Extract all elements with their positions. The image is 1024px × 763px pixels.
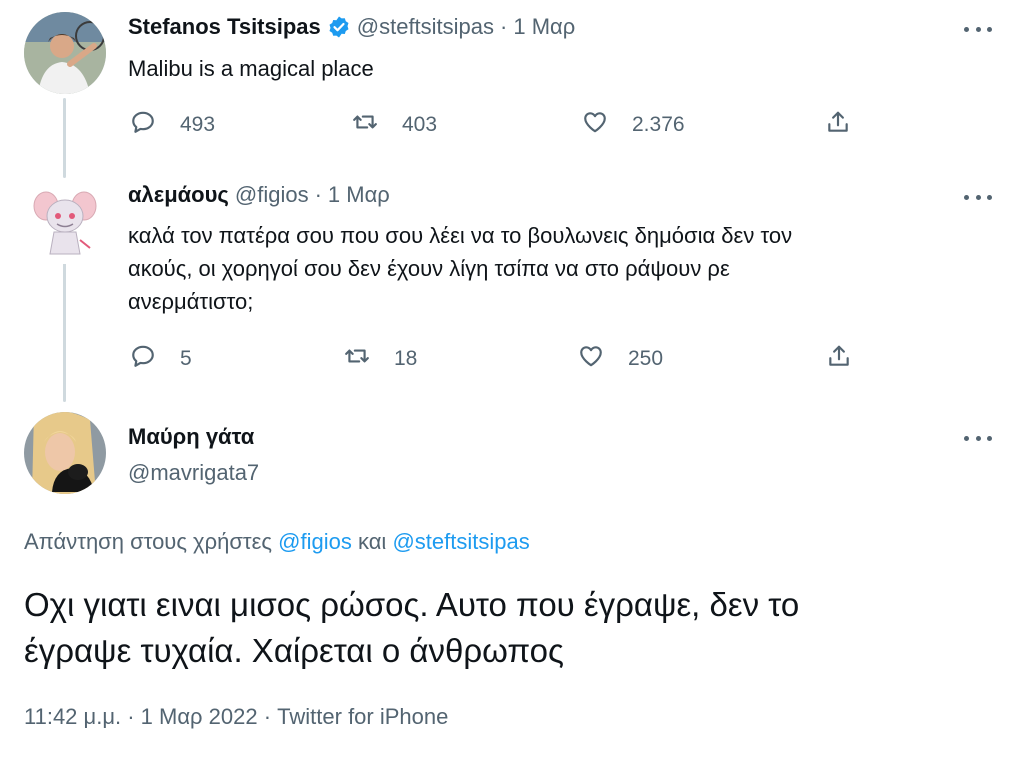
reply-count: 5	[180, 347, 192, 370]
like-count: 2.376	[632, 113, 685, 136]
tweet-text: Malibu is a magical place	[128, 56, 374, 81]
tweet-text-line: ανερμάτιστο;	[128, 289, 254, 314]
like-button[interactable]: 250	[578, 343, 663, 375]
main-tweet-text-line: έγραψε τυχαία. Χαίρεται ο άνθρωπος	[24, 632, 564, 669]
reply-count: 493	[180, 113, 216, 136]
like-icon	[582, 109, 608, 141]
share-icon	[825, 109, 851, 141]
main-tweet-text-line: Οχι γιατι ειναι μισος ρώσος. Αυτο που έγ…	[24, 586, 800, 623]
avatar[interactable]	[24, 412, 106, 494]
mention-link[interactable]: @steftsitsipas	[392, 529, 529, 554]
tweet-timestamp[interactable]: 11:42 μ.μ. · 1 Μαρ 2022 · Twitter for iP…	[24, 704, 448, 730]
tweet-time[interactable]: 1 Μαρ	[328, 182, 390, 208]
like-icon	[578, 343, 604, 375]
reply-context-prefix: Απάντηση στους χρήστες	[24, 529, 273, 554]
reply-button[interactable]: 493	[130, 109, 215, 141]
tweet-text: καλά τον πατέρα σου που σου λέει να το β…	[128, 219, 948, 318]
author-handle[interactable]: @mavrigata7	[128, 460, 259, 486]
separator-dot: ·	[500, 14, 508, 39]
avatar[interactable]	[24, 182, 106, 264]
verified-badge-icon	[327, 15, 351, 39]
author-name[interactable]: Stefanos Tsitsipas	[128, 14, 321, 40]
share-button[interactable]	[825, 109, 851, 141]
retweet-button[interactable]: 403	[352, 109, 437, 141]
tweet-text-line: καλά τον πατέρα σου που σου λέει να το β…	[128, 223, 793, 248]
author-handle[interactable]: @figios	[235, 182, 309, 208]
more-icon[interactable]	[964, 24, 992, 34]
tweet-time[interactable]: 1 Μαρ	[513, 14, 575, 40]
thread-line	[63, 98, 66, 178]
more-icon[interactable]	[964, 433, 992, 443]
share-icon	[826, 343, 852, 375]
retweet-count: 18	[394, 347, 418, 370]
author-name[interactable]: Μαύρη γάτα	[128, 424, 254, 450]
reply-icon	[130, 109, 156, 141]
mention-link[interactable]: @figios	[278, 529, 352, 554]
main-tweet-text: Οχι γιατι ειναι μισος ρώσος. Αυτο που έγ…	[24, 582, 799, 674]
tweet-text-line: ακούς, οι χορηγοί σου δεν έχουν λίγη τσί…	[128, 256, 730, 281]
reply-icon	[130, 343, 156, 375]
author-name[interactable]: αλεμάους	[128, 182, 229, 208]
separator-dot: ·	[314, 182, 322, 207]
retweet-button[interactable]: 18	[344, 343, 417, 375]
reply-context-conj: και	[357, 529, 387, 554]
reply-context: Απάντηση στους χρήστες @figios και @stef…	[24, 529, 530, 555]
like-count: 250	[628, 347, 664, 370]
retweet-count: 403	[402, 113, 438, 136]
thread-line	[63, 262, 66, 402]
share-button[interactable]	[826, 343, 852, 375]
avatar[interactable]	[24, 12, 106, 94]
more-icon[interactable]	[964, 192, 992, 202]
retweet-icon	[352, 109, 378, 141]
reply-button[interactable]: 5	[130, 343, 192, 375]
author-handle[interactable]: @steftsitsipas	[357, 14, 494, 40]
like-button[interactable]: 2.376	[582, 109, 685, 141]
retweet-icon	[344, 343, 370, 375]
